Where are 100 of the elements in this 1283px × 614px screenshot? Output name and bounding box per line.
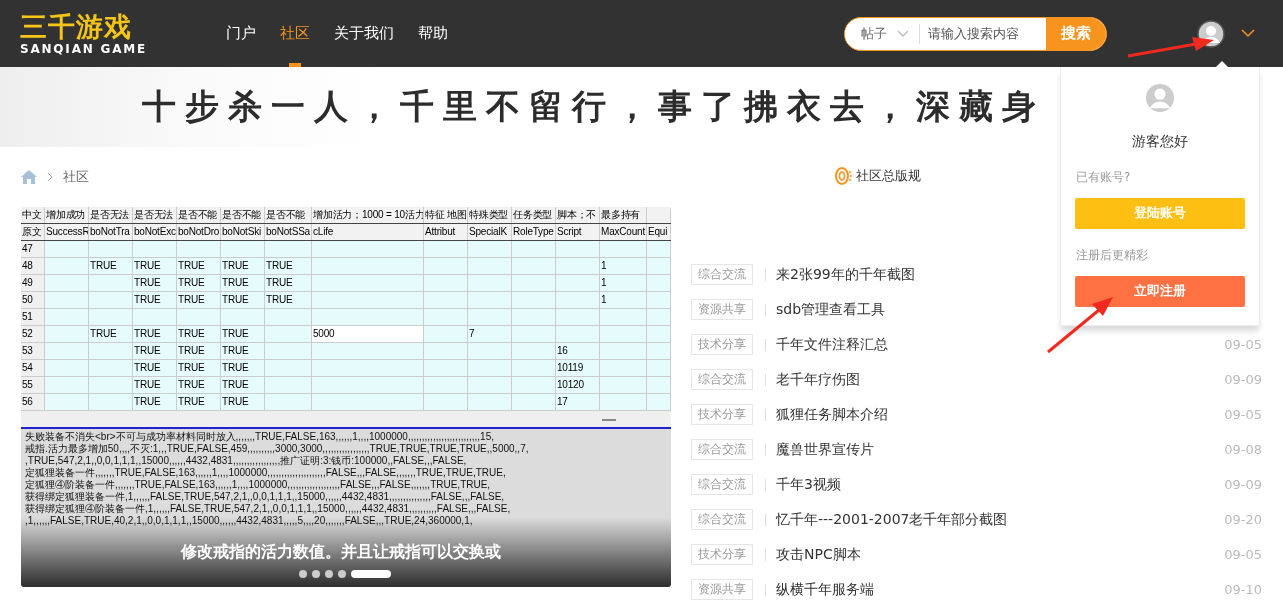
- post-title-link[interactable]: 千年文件注释汇总: [776, 335, 888, 354]
- table-cell-text: TRUE: [178, 327, 205, 341]
- table-cell-text: 16: [557, 344, 568, 358]
- nav-link[interactable]: 社区: [280, 0, 310, 67]
- row-number: 54: [22, 361, 33, 375]
- column-header: boNotExc: [134, 225, 176, 239]
- table-cell-text: TRUE: [222, 276, 249, 290]
- annotation-arrow: [1047, 297, 1113, 354]
- post-date: 09-09: [1224, 477, 1262, 492]
- post-date: 09-05: [1224, 407, 1262, 422]
- post-title-link[interactable]: sdb管理查看工具: [776, 300, 886, 319]
- speaker-icon: [834, 166, 854, 186]
- post-title-link[interactable]: 魔兽世界宣传片: [776, 440, 874, 459]
- logo-title[interactable]: 三千游戏: [20, 11, 200, 42]
- data-line: ,TRUE,547,2,1,,0,0,1,1,1,,15000,,,,,,4432,4831,,,,,,,,,,,,,,,,,推广证明:3:钱币:100000,,FALSE,,,FALSE,: [25, 455, 467, 467]
- post-title-link[interactable]: 狐狸任务脚本介绍: [776, 405, 888, 424]
- column-header: boNotTra: [90, 225, 130, 239]
- table-cell-text: TRUE: [178, 344, 205, 358]
- carousel-dot[interactable]: [299, 570, 307, 578]
- table-cell-text: 10120: [557, 378, 584, 392]
- data-line: 获得绑定狐狸装备一件,1,,,,,,FALSE,TRUE,547,2,1,,0,0,1,1,1,,15000,,,,,,4432,4831,,,,,,,,,,,,,,,FALSE,,,FALSE,: [25, 491, 505, 503]
- column-header: MaxCount: [601, 225, 645, 239]
- table-cell-text: TRUE: [134, 344, 161, 358]
- register-prompt: 注册后更精彩: [1076, 246, 1148, 264]
- column-header: 是否不能: [178, 208, 218, 222]
- carousel-dot[interactable]: [312, 570, 320, 578]
- table-cell-text: TRUE: [134, 293, 161, 307]
- avatar-icon: [1144, 83, 1176, 113]
- row-number: 47: [22, 242, 33, 256]
- row-number: 56: [22, 395, 33, 409]
- row-number: 51: [22, 310, 33, 324]
- row-number: 50: [22, 293, 33, 307]
- nav-link[interactable]: 帮助: [418, 0, 448, 67]
- table-cell-text: TRUE: [134, 327, 161, 341]
- chevron-down-icon[interactable]: [1241, 29, 1255, 38]
- table-cell-text: TRUE: [266, 259, 293, 273]
- chevron-down-icon: [897, 29, 909, 38]
- row-number: 55: [22, 378, 33, 392]
- table-cell-text: TRUE: [222, 344, 249, 358]
- column-header: 是否不能: [222, 208, 262, 222]
- table-cell-text: TRUE: [222, 327, 249, 341]
- table-cell-text: 5000: [313, 327, 335, 341]
- column-header: 是否无法: [90, 208, 130, 222]
- search-scope-dropdown[interactable]: 帖子: [845, 23, 920, 44]
- column-header: 原文: [22, 225, 42, 239]
- column-header: 特征 地图: [425, 208, 467, 222]
- table-cell-text: TRUE: [90, 259, 117, 273]
- table-cell-text: TRUE: [178, 395, 205, 409]
- table-cell-text: TRUE: [134, 378, 161, 392]
- logo-subtitle[interactable]: SANQIAN GAME: [20, 41, 200, 56]
- post-title-link[interactable]: 来2张99年的千年截图: [776, 265, 915, 284]
- post-title-link[interactable]: 忆千年---2001-2007老千年部分截图: [776, 510, 1008, 529]
- rules-link[interactable]: 社区总版规: [856, 167, 921, 185]
- greeting-text: 游客您好: [1132, 132, 1188, 151]
- post-title-link[interactable]: 攻击NPC脚本: [776, 545, 861, 564]
- table-cell-text: 10119: [557, 361, 584, 375]
- post-date: 09-10: [1224, 582, 1262, 597]
- data-line: 戒指.活力最多增加50,,,,不灭:1,,,TRUE,FALSE,459,,,,,,,,,,3000,3000,,,,,,,,,,,,,,,,,TRUE,TRUE,TRUE,TRUE,,5000,,7,: [25, 443, 529, 455]
- table-cell-text: TRUE: [222, 395, 249, 409]
- data-line: 获得绑定狐狸④阶装备一件,1,,,,,,FALSE,TRUE,547,2,1,,0,0,1,1,1,,15000,,,,,,4432,4831,,,,,,,,,,FALSE,,,FALSE,: [25, 503, 511, 515]
- table-cell-text: TRUE: [134, 361, 161, 375]
- post-date: 09-05: [1224, 547, 1262, 562]
- carousel-dot[interactable]: [338, 570, 346, 578]
- table-cell-text: TRUE: [222, 378, 249, 392]
- table-cell-text: TRUE: [90, 327, 117, 341]
- nav-link[interactable]: 门户: [226, 0, 256, 67]
- table-cell-text: TRUE: [178, 293, 205, 307]
- carousel-caption: 修改戒指的活力数值。并且让戒指可以交换或: [181, 542, 501, 563]
- column-header: 是否无法: [134, 208, 174, 222]
- chevron-right-icon: [47, 172, 53, 182]
- carousel[interactable]: [21, 207, 671, 587]
- slogan-text: 十步杀一人，千里不留行，事了拂衣去，深藏身: [142, 85, 1045, 128]
- carousel-dot[interactable]: [325, 570, 333, 578]
- post-title-link[interactable]: 老千年疗伤图: [776, 370, 860, 389]
- column-header: 增加成功: [46, 208, 86, 222]
- column-header: boNotSki: [222, 225, 261, 239]
- data-line: 失败装备不消失<br>不可与成功率材料同时放入,,,,,,,TRUE,FALSE,163,,,,,,1,,,,1000000,,,,,,,,,,,,,,,,,,,,,,,,,,15,: [25, 431, 495, 443]
- data-line: 定狐狸④阶装备一件,,,,,,,TRUE,FALSE,163,,,,,,1,,,,1000000,,,,,,,,,,,,,,,,,,,FALSE,,,FALSE,,,,,,,TRUE,TRUE,: [25, 479, 491, 491]
- column-header: boNotSSa: [266, 225, 310, 239]
- post-title-link[interactable]: 千年3视频: [776, 475, 841, 494]
- column-header: RoleType: [513, 225, 554, 239]
- table-cell-text: TRUE: [222, 293, 249, 307]
- table-cell-text: 7: [469, 327, 475, 341]
- column-header: 是否不能: [266, 208, 306, 222]
- column-header: cLife: [313, 225, 334, 239]
- column-header: 中文: [22, 208, 42, 222]
- table-cell-text: TRUE: [266, 276, 293, 290]
- post-date: 09-05: [1224, 337, 1262, 352]
- row-number: 52: [22, 327, 33, 341]
- table-cell-text: 1: [601, 293, 607, 307]
- nav-link[interactable]: 关于我们: [334, 0, 394, 67]
- data-line: 定狐狸装备一件,,,,,,,TRUE,FALSE,163,,,,,,1,,,,1000000,,,,,,,,,,,,,,,,,,,,,FALSE,,,FALSE,,,,,,,TRUE,TRUE,TRUE,: [25, 467, 506, 479]
- row-number: 48: [22, 259, 33, 273]
- breadcrumb-link[interactable]: 社区: [63, 168, 89, 186]
- post-title-link[interactable]: 纵横千年服务端: [776, 580, 874, 599]
- table-cell-text: TRUE: [134, 395, 161, 409]
- table-cell-text: 1: [601, 276, 607, 290]
- table-cell-text: 1: [601, 259, 607, 273]
- table-cell-text: TRUE: [178, 361, 205, 375]
- data-line: ,1,,,,,,FALSE,TRUE,40,2,1,,0,0,1,1,1,,15000,,,,,,4432,4831,,,,,5,,,,20,,,,,,,FALSE,,,TRUE,24,360000,1,: [25, 515, 473, 527]
